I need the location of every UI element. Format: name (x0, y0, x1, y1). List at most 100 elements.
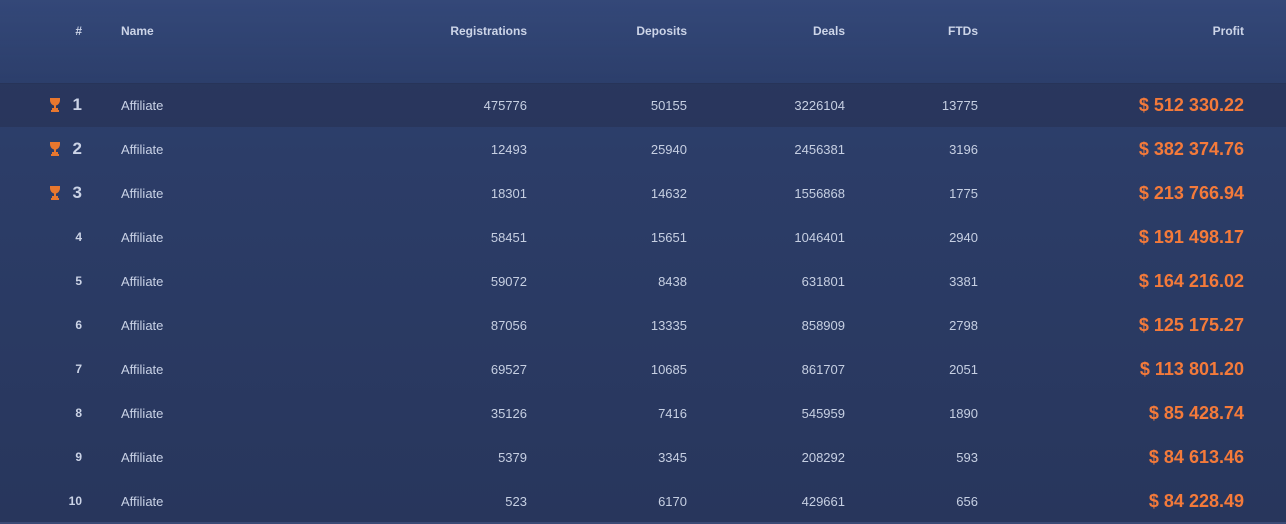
row-rank-number: 2 (72, 139, 82, 158)
header-rank: # (75, 24, 82, 38)
row-deals: 208292 (801, 449, 845, 465)
row-rank: 10 (30, 479, 82, 523)
row-registrations: 5379 (498, 449, 527, 465)
row-rank: 9 (30, 435, 82, 479)
row-registrations: 58451 (490, 229, 527, 245)
row-registrations: 35126 (490, 405, 527, 421)
header-name[interactable]: Name (121, 0, 321, 83)
row-ftds: 2798 (949, 317, 978, 333)
row-profit: $ 382 374.76 (1138, 138, 1244, 159)
row-name[interactable]: Affiliate (121, 83, 321, 127)
row-rank-number: 7 (75, 362, 82, 376)
row-rank-number: 9 (75, 450, 82, 464)
row-name[interactable]: Affiliate (121, 435, 321, 479)
trophy-icon (49, 97, 61, 113)
table-body: 1 Affiliate 475776 50155 3226104 13775 $ 512 3… (0, 83, 1286, 523)
row-name[interactable]: Affiliate (121, 171, 321, 215)
row-rank-number: 6 (75, 318, 82, 332)
row-rank: 3 (30, 171, 82, 215)
row-rank: 6 (30, 303, 82, 347)
table-row[interactable]: 3 Affiliate 18301 14632 1556868 1775 $ 213 766… (0, 171, 1286, 215)
row-name[interactable]: Affiliate (121, 215, 321, 259)
row-deposits: 14632 (650, 185, 687, 201)
row-deposits: 8438 (658, 273, 687, 289)
row-registrations: 18301 (490, 185, 527, 201)
row-rank-number: 8 (75, 406, 82, 420)
row-ftds: 2940 (949, 229, 978, 245)
row-deals: 858909 (801, 317, 845, 333)
row-deposits: 6170 (658, 493, 687, 509)
row-deposits: 7416 (658, 405, 687, 421)
leaderboard-table: # Name Registrations Deposits Deals FTDs… (0, 0, 1286, 524)
table-row[interactable]: 1 Affiliate 475776 50155 3226104 13775 $ 512 3… (0, 83, 1286, 127)
table-row[interactable]: 9 Affiliate 5379 3345 208292 593 $ 84 613.46 (0, 435, 1286, 479)
row-registrations: 87056 (490, 317, 527, 333)
row-rank-number: 5 (75, 274, 82, 288)
row-deals: 429661 (801, 493, 845, 509)
trophy-icon (49, 141, 61, 157)
row-deals: 861707 (801, 361, 845, 377)
row-ftds: 1890 (949, 405, 978, 421)
row-deposits: 13335 (650, 317, 687, 333)
row-deals: 545959 (801, 405, 845, 421)
row-rank: 8 (30, 391, 82, 435)
table-row[interactable]: 7 Affiliate 69527 10685 861707 2051 $ 113 801.… (0, 347, 1286, 391)
row-registrations: 523 (505, 493, 527, 509)
header-ftds[interactable]: FTDs (845, 0, 978, 83)
table-row[interactable]: 6 Affiliate 87056 13335 858909 2798 $ 125 175.… (0, 303, 1286, 347)
row-rank: 2 (30, 127, 82, 171)
trophy-icon (49, 185, 61, 201)
row-rank-number: 3 (72, 183, 82, 202)
header-profit[interactable]: Profit (978, 0, 1244, 83)
header-registrations[interactable]: Registrations (327, 0, 527, 83)
header-deals[interactable]: Deals (687, 0, 845, 83)
table-row[interactable]: 8 Affiliate 35126 7416 545959 1890 $ 85 428.74 (0, 391, 1286, 435)
row-rank-number: 1 (72, 95, 82, 114)
row-profit: $ 125 175.27 (1138, 314, 1244, 335)
row-deals: 2456381 (794, 141, 845, 157)
row-deposits: 25940 (650, 141, 687, 157)
row-profit: $ 84 228.49 (1148, 490, 1244, 511)
row-ftds: 3196 (949, 141, 978, 157)
header-deposits[interactable]: Deposits (527, 0, 687, 83)
row-registrations: 12493 (490, 141, 527, 157)
row-rank: 4 (30, 215, 82, 259)
row-deals: 3226104 (794, 97, 845, 113)
row-rank-number: 10 (68, 494, 82, 508)
row-deposits: 15651 (650, 229, 687, 245)
row-ftds: 1775 (949, 185, 978, 201)
table-row[interactable]: 5 Affiliate 59072 8438 631801 3381 $ 164 216.0… (0, 259, 1286, 303)
row-ftds: 13775 (941, 97, 978, 113)
row-rank-number: 4 (75, 230, 82, 244)
table-row[interactable]: 4 Affiliate 58451 15651 1046401 2940 $ 191 498… (0, 215, 1286, 259)
row-name[interactable]: Affiliate (121, 303, 321, 347)
row-profit: $ 213 766.94 (1138, 182, 1244, 203)
row-profit: $ 85 428.74 (1148, 402, 1244, 423)
row-registrations: 69527 (490, 361, 527, 377)
row-deals: 1046401 (794, 229, 845, 245)
row-profit: $ 512 330.22 (1138, 94, 1244, 115)
row-deals: 631801 (801, 273, 845, 289)
row-deposits: 10685 (650, 361, 687, 377)
table-row[interactable]: 2 Affiliate 12493 25940 2456381 3196 $ 382 374… (0, 127, 1286, 171)
row-name[interactable]: Affiliate (121, 259, 321, 303)
row-profit: $ 164 216.02 (1138, 270, 1244, 291)
row-ftds: 3381 (949, 273, 978, 289)
row-deposits: 3345 (658, 449, 687, 465)
row-profit: $ 84 613.46 (1148, 446, 1244, 467)
row-rank: 1 (30, 83, 82, 127)
row-registrations: 59072 (490, 273, 527, 289)
row-profit: $ 113 801.20 (1139, 358, 1244, 379)
row-profit: $ 191 498.17 (1138, 226, 1244, 247)
table-row[interactable]: 10 Affiliate 523 6170 429661 656 $ 84 228.49 (0, 479, 1286, 523)
row-ftds: 593 (956, 449, 978, 465)
row-name[interactable]: Affiliate (121, 127, 321, 171)
table-header: # Name Registrations Deposits Deals FTDs… (0, 0, 1286, 84)
row-ftds: 656 (956, 493, 978, 509)
row-registrations: 475776 (483, 97, 527, 113)
row-rank: 5 (30, 259, 82, 303)
row-deals: 1556868 (794, 185, 845, 201)
row-name[interactable]: Affiliate (121, 347, 321, 391)
row-name[interactable]: Affiliate (121, 391, 321, 435)
row-name[interactable]: Affiliate (121, 479, 321, 523)
